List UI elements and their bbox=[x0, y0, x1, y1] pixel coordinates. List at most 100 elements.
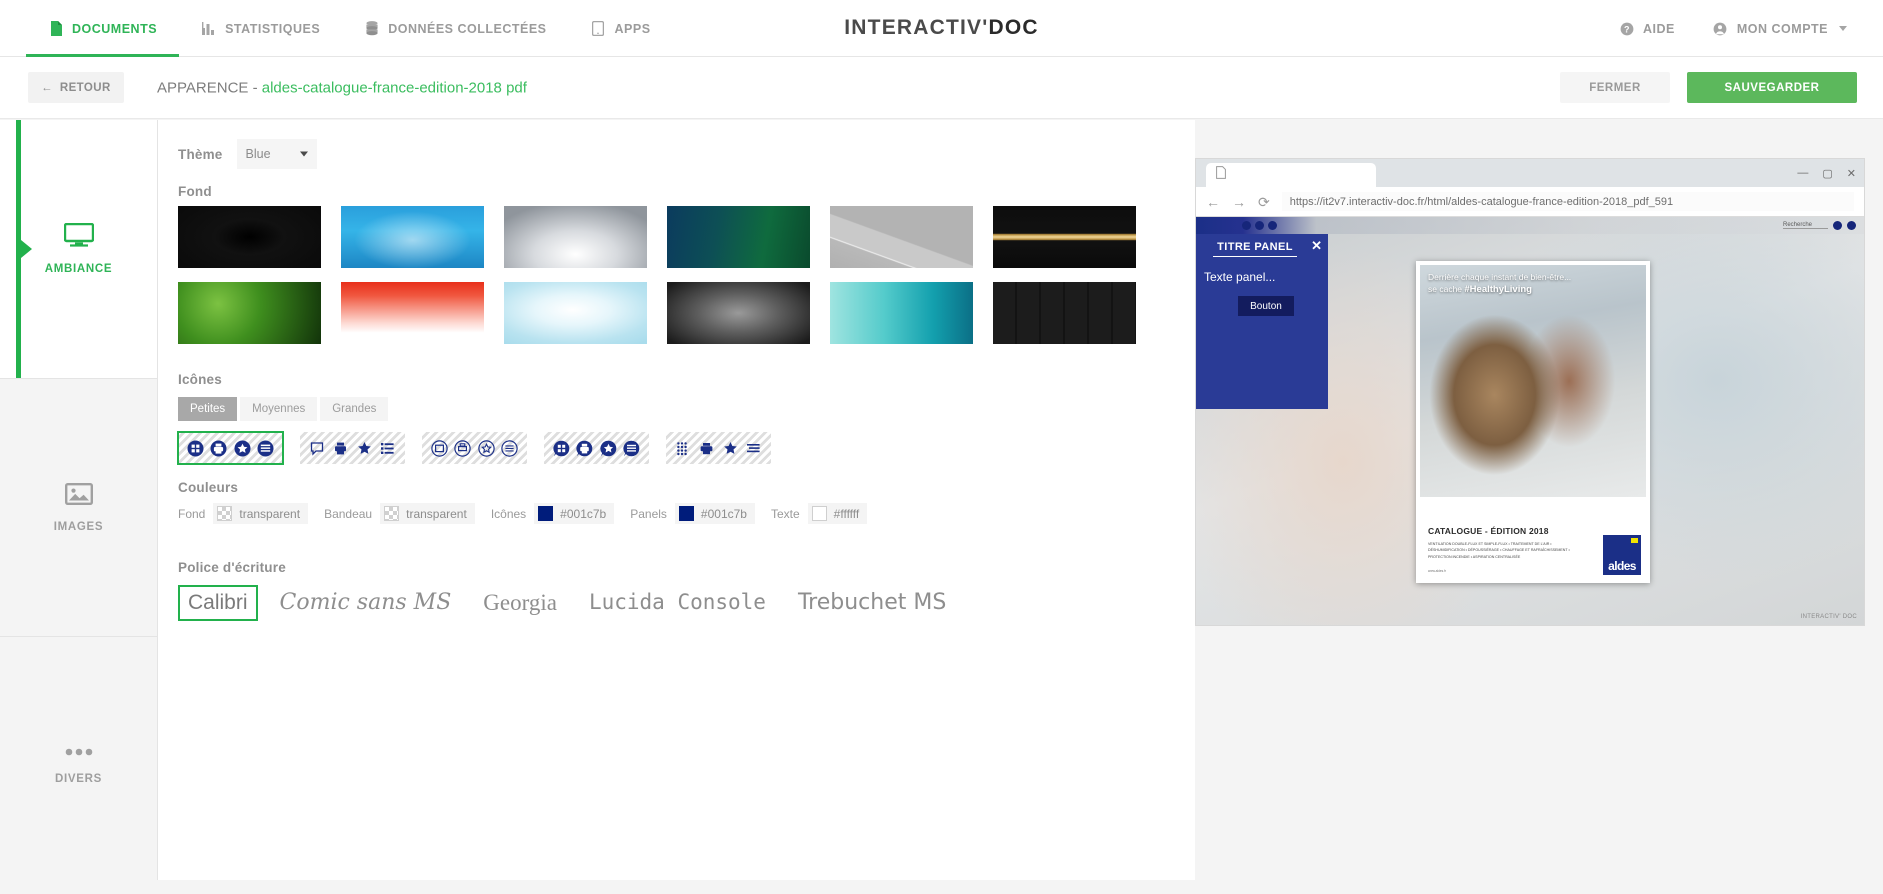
background-thumb-dark-polygon[interactable] bbox=[178, 206, 321, 268]
toolbar-printer-icon[interactable] bbox=[1255, 221, 1264, 230]
cover-headline-line-2: se cache bbox=[1428, 284, 1465, 295]
nav-item-statistiques[interactable]: STATISTIQUES bbox=[179, 0, 342, 57]
sidebar-item-ambiance[interactable]: AMBIANCE bbox=[0, 120, 157, 378]
icon-size-tab-grandes[interactable]: Grandes bbox=[320, 397, 389, 421]
preview-search-field[interactable]: Recherche bbox=[1782, 222, 1828, 229]
color-field-fond[interactable]: transparent bbox=[213, 503, 309, 524]
color-caption-fond: Fond bbox=[178, 506, 206, 521]
color-value-panels: #001c7b bbox=[700, 506, 747, 521]
preview-browser-tab[interactable] bbox=[1206, 163, 1376, 187]
background-thumb-black-bricks[interactable] bbox=[993, 282, 1136, 344]
nav-item-documents[interactable]: DOCUMENTS bbox=[26, 0, 180, 57]
background-thumb-red-white-fade[interactable] bbox=[341, 282, 484, 344]
background-thumb-teal-green-grunge[interactable] bbox=[667, 206, 810, 268]
ellipsis-icon bbox=[64, 747, 94, 760]
catalogue-cover-page[interactable]: Derrière chaque instant de bien-être... … bbox=[1416, 261, 1650, 583]
background-thumb-turquoise-water[interactable] bbox=[830, 282, 973, 344]
toolbar-grid-icon[interactable] bbox=[1242, 221, 1251, 230]
top-nav-items: DOCUMENTS STATISTIQUES DONNÉES COLLECTÉE… bbox=[26, 0, 673, 57]
font-option-calibri[interactable]: Calibri bbox=[178, 585, 258, 621]
icon-set-solid-mixed[interactable] bbox=[666, 432, 771, 464]
color-caption-bandeau: Bandeau bbox=[324, 506, 373, 521]
toolbar-info-icon[interactable] bbox=[1847, 221, 1856, 230]
chevron-down-icon bbox=[1839, 26, 1847, 31]
background-thumb-grey-gradient[interactable] bbox=[504, 206, 647, 268]
color-caption-panels: Panels bbox=[630, 506, 667, 521]
color-field-texte[interactable]: #ffffff bbox=[807, 503, 868, 524]
browser-back-icon[interactable]: ← bbox=[1206, 195, 1220, 209]
preview-browser-tabbar: — ▢ ✕ bbox=[1196, 159, 1864, 187]
minimize-icon[interactable]: — bbox=[1797, 167, 1808, 179]
preview-toolbar-icon-group bbox=[1242, 221, 1277, 230]
page-subheader: ← RETOUR APPARENCE - aldes-catalogue-fra… bbox=[0, 57, 1883, 119]
sidebar: AMBIANCE IMAGES DIVERS bbox=[0, 120, 158, 880]
maximize-icon[interactable]: ▢ bbox=[1822, 167, 1832, 180]
background-thumb-blue-bokeh[interactable] bbox=[341, 206, 484, 268]
list-icon bbox=[501, 439, 518, 457]
preview-side-panel: TITRE PANEL ✕ Texte panel... Bouton bbox=[1196, 234, 1328, 409]
browser-url-field[interactable]: https://it2v7.interactiv-doc.fr/html/ald… bbox=[1281, 192, 1854, 211]
back-button[interactable]: ← RETOUR bbox=[28, 72, 124, 103]
close-icon[interactable]: ✕ bbox=[1847, 167, 1856, 180]
nav-item-aide[interactable]: ? AIDE bbox=[1605, 0, 1689, 57]
nav-item-mon-compte[interactable]: MON COMPTE bbox=[1699, 0, 1861, 57]
background-thumb-green-leaves[interactable] bbox=[178, 282, 321, 344]
color-swatch-fond bbox=[217, 506, 233, 521]
icon-set-filled-bubble[interactable] bbox=[544, 432, 649, 464]
icon-set-outline-round[interactable] bbox=[422, 432, 527, 464]
tablet-icon bbox=[591, 21, 606, 37]
grid-icon bbox=[553, 440, 570, 456]
color-field-panels[interactable]: #001c7b bbox=[674, 503, 755, 524]
sidebar-label-images: IMAGES bbox=[53, 520, 104, 533]
brand-part-2: DOC bbox=[988, 16, 1039, 39]
color-field-bandeau[interactable]: transparent bbox=[380, 503, 475, 524]
background-thumb-light-blue-clouds[interactable] bbox=[504, 282, 647, 344]
icon-set-options bbox=[177, 431, 771, 465]
background-thumb-grey-origami[interactable] bbox=[830, 206, 973, 268]
icon-size-tab-petites[interactable]: Petites bbox=[178, 397, 238, 421]
close-button[interactable]: FERMER bbox=[1560, 72, 1670, 103]
printer-icon bbox=[454, 439, 472, 457]
printer-icon bbox=[700, 442, 713, 454]
preview-document-body: Recherche aldes TITRE PANEL ✕ Texte pane… bbox=[1196, 217, 1864, 625]
browser-reload-icon[interactable]: ⟳ bbox=[1258, 195, 1270, 209]
font-option-lucida-console[interactable]: Lucida Console bbox=[579, 585, 776, 621]
printer-icon bbox=[210, 440, 227, 456]
preview-panel-button[interactable]: Bouton bbox=[1238, 296, 1294, 316]
color-field-icones[interactable]: #001c7b bbox=[534, 503, 615, 524]
preview-panel-title: TITRE PANEL bbox=[1213, 241, 1297, 257]
theme-select[interactable]: Blue bbox=[236, 139, 317, 169]
top-nav-right: ? AIDE MON COMPTE bbox=[1605, 0, 1861, 57]
toolbar-star-icon[interactable] bbox=[1268, 221, 1277, 230]
font-option-trebuchet-ms[interactable]: Trebuchet MS bbox=[788, 585, 956, 622]
preview-panel-header: TITRE PANEL ✕ bbox=[1196, 234, 1328, 264]
sidebar-item-images[interactable]: IMAGES bbox=[0, 378, 157, 636]
icon-set-filled-round[interactable] bbox=[177, 431, 284, 465]
nav-item-donnees-collectees[interactable]: DONNÉES COLLECTÉES bbox=[342, 0, 568, 57]
nav-label-statistiques: STATISTIQUES bbox=[225, 21, 321, 36]
toolbar-zoom-icon[interactable] bbox=[1833, 221, 1842, 230]
sidebar-label-divers: DIVERS bbox=[54, 772, 103, 785]
save-button[interactable]: SAUVEGARDER bbox=[1687, 72, 1857, 103]
browser-forward-icon[interactable]: → bbox=[1232, 195, 1246, 209]
icon-set-outline-flat[interactable] bbox=[300, 432, 405, 464]
font-option-georgia[interactable]: Georgia bbox=[473, 584, 567, 622]
preview-toolbar-ribbon: Recherche bbox=[1196, 217, 1864, 234]
nav-label-aide: AIDE bbox=[1643, 21, 1675, 36]
background-thumb-black-gold-line[interactable] bbox=[993, 206, 1136, 268]
arrow-left-icon: ← bbox=[41, 81, 53, 94]
sidebar-item-divers[interactable]: DIVERS bbox=[0, 636, 157, 894]
background-thumb-dark-concrete[interactable] bbox=[667, 282, 810, 344]
nav-item-apps[interactable]: APPS bbox=[569, 0, 673, 57]
cover-headline-line-1: Derrière chaque instant de bien-être... bbox=[1428, 272, 1572, 282]
chart-bar-icon bbox=[201, 21, 216, 37]
cover-subtitle: VENTILATION DOUBLE-FLUX ET SIMPLE-FLUX •… bbox=[1428, 541, 1570, 560]
align-list-icon bbox=[746, 443, 760, 452]
font-section-label: Police d'écriture bbox=[178, 560, 286, 575]
close-icon[interactable]: ✕ bbox=[1311, 239, 1322, 252]
star-icon bbox=[357, 441, 371, 454]
preview-panel-text: Texte panel... bbox=[1204, 270, 1276, 284]
top-navigation-bar: DOCUMENTS STATISTIQUES DONNÉES COLLECTÉE… bbox=[0, 0, 1883, 57]
icon-size-tab-moyennes[interactable]: Moyennes bbox=[240, 397, 318, 421]
font-option-comic-sans-ms[interactable]: Comic sans MS bbox=[270, 585, 462, 622]
